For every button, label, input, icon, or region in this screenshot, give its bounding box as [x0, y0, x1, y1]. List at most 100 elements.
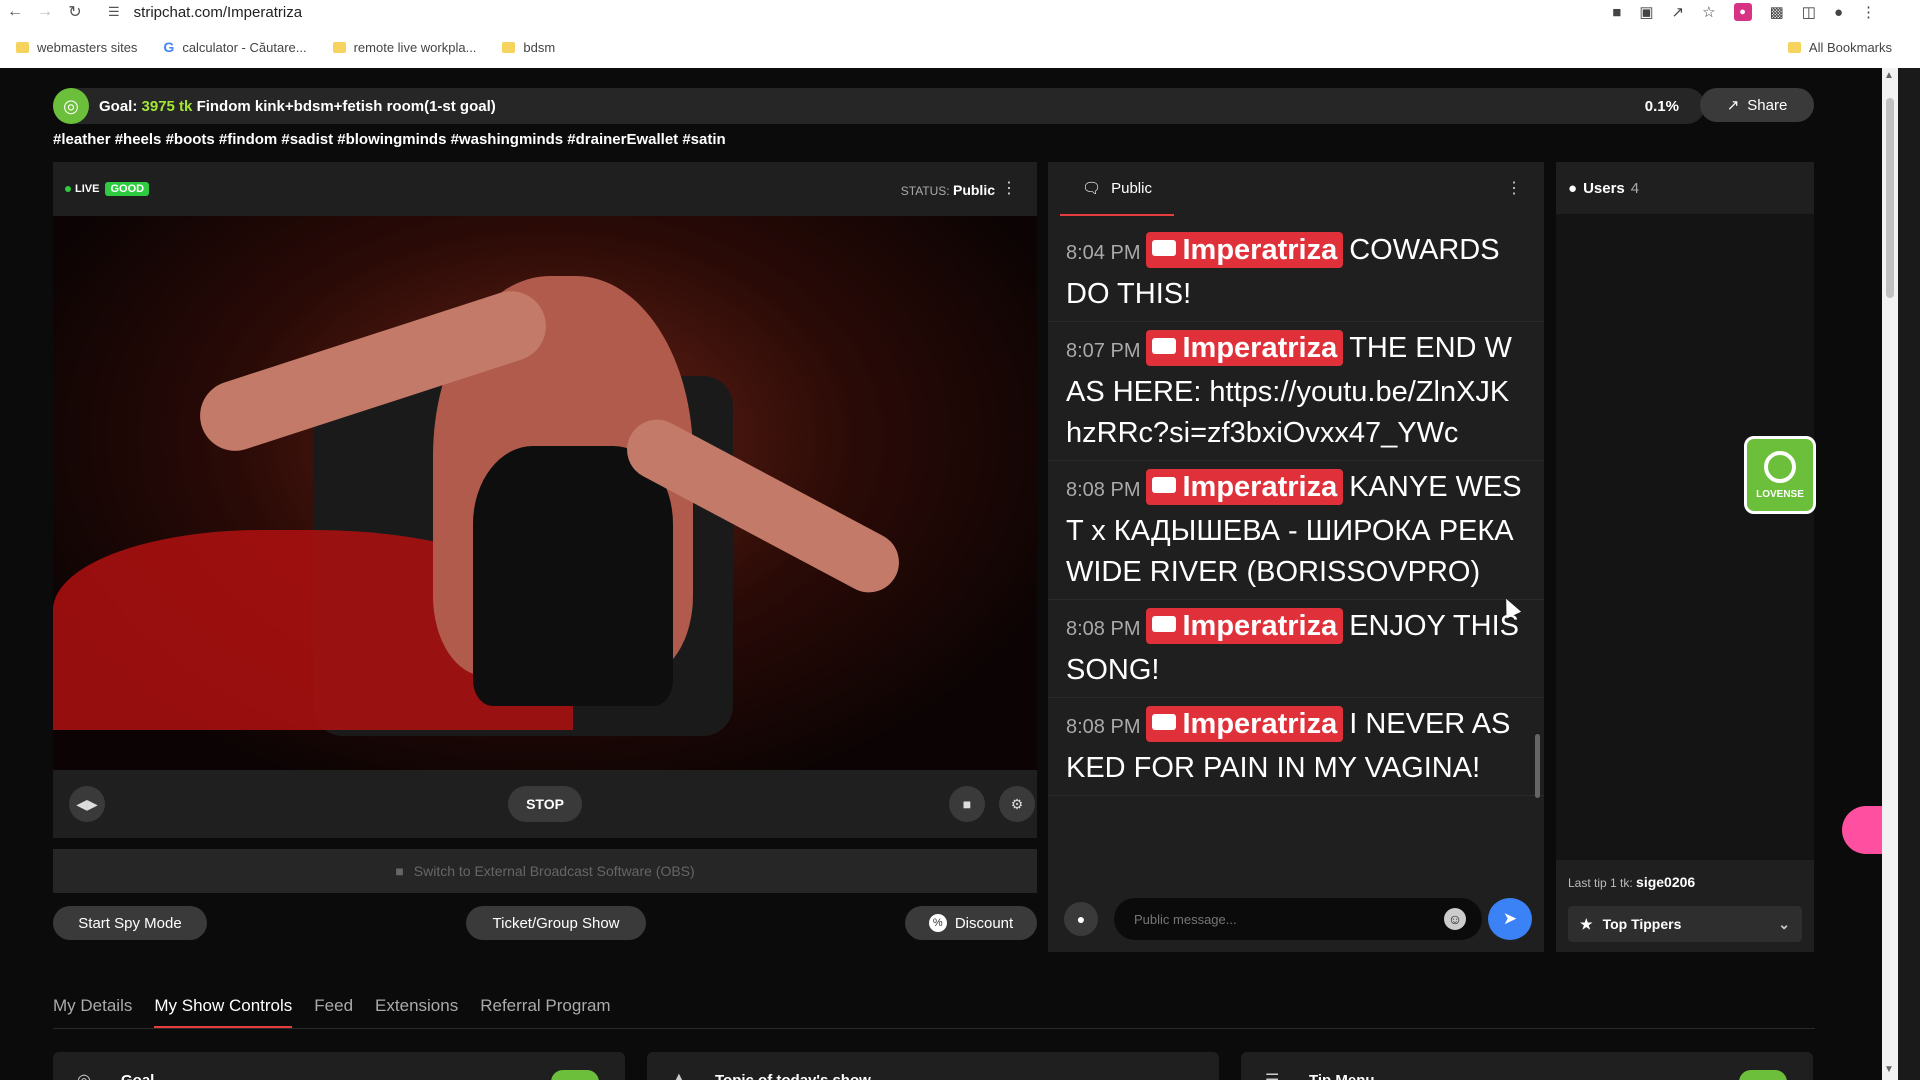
back-icon[interactable]: ←: [0, 2, 30, 22]
chat-scrollbar[interactable]: [1535, 734, 1540, 798]
video-camera-icon: [1152, 616, 1177, 633]
video-more-icon[interactable]: ⋮: [1001, 178, 1017, 198]
goal-card: ◎ Goal: [53, 1052, 625, 1080]
last-tip: Last tip 1 tk: sige0206: [1568, 874, 1696, 890]
all-bookmarks[interactable]: All Bookmarks: [1787, 34, 1892, 60]
users-header[interactable]: ● Users 4: [1556, 162, 1814, 214]
menu-icon[interactable]: ⋮: [1861, 3, 1876, 21]
share-button[interactable]: ↗ Share: [1700, 88, 1814, 122]
goal-description: Findom kink+bdsm+fetish room(1-st goal): [196, 97, 496, 115]
folder-icon: [16, 41, 29, 53]
gear-icon[interactable]: ⚙: [999, 786, 1035, 822]
lovense-label: LOVENSE: [1756, 488, 1804, 500]
message-username[interactable]: Imperatriza: [1146, 232, 1344, 268]
video-camera-icon: ■: [395, 863, 404, 879]
tip-menu-toggle[interactable]: [1739, 1070, 1787, 1080]
address-row: ← → ↻ ☰ stripchat.com/Imperatriza ■ ▣ ↗ …: [0, 0, 1920, 24]
tip-menu-card: ☰ Tip Menu: [1241, 1052, 1813, 1080]
status-value: Public: [952, 182, 995, 198]
message-time: 8:08 PM: [1066, 716, 1141, 738]
url-text: stripchat.com/Imperatriza: [133, 3, 303, 21]
message-time: 8:08 PM: [1066, 479, 1141, 501]
puzzle-icon[interactable]: ▩: [1770, 3, 1784, 21]
last-tip-user[interactable]: sige0206: [1636, 874, 1695, 890]
bookmark-star-icon[interactable]: ☆: [1702, 3, 1715, 21]
reload-icon[interactable]: ↻: [60, 2, 90, 22]
video-stream[interactable]: [53, 216, 1037, 770]
bookmark-item[interactable]: remote live workpla...: [332, 40, 476, 55]
folder-icon: [1787, 41, 1801, 53]
message-username[interactable]: Imperatriza: [1146, 330, 1344, 366]
goal-bar: ◎ Goal: 3975 tk Findom kink+bdsm+fetish …: [53, 88, 1705, 124]
video-panel: LIVE GOOD STATUS: Public ⋮ ◀▶ STOP ■ ⚙: [53, 162, 1037, 838]
video-camera-icon: [1152, 477, 1177, 494]
extension-icon[interactable]: ●: [1733, 3, 1752, 21]
goal-toggle[interactable]: [551, 1070, 599, 1080]
live-indicator: LIVE: [65, 183, 99, 195]
tab-extensions[interactable]: Extensions: [375, 996, 458, 1028]
send-icon[interactable]: ➤: [1488, 898, 1532, 940]
goal-tokens: 3975 tk: [141, 97, 193, 115]
chat-messages[interactable]: 8:04 PM Imperatriza COWARDS DO THIS! 8:07 …: [1048, 224, 1544, 876]
goal-icon: ◎: [53, 88, 89, 124]
chat-message: 8:07 PM Imperatriza THE END WAS HERE: http…: [1048, 322, 1544, 461]
tab-public-chat[interactable]: 🗨 Public: [1060, 162, 1174, 216]
camera-icon[interactable]: ■: [1612, 4, 1621, 21]
scroll-thumb[interactable]: [1886, 98, 1894, 298]
video-header: LIVE GOOD: [53, 162, 1037, 216]
ticket-show-button[interactable]: Ticket/Group Show: [466, 906, 646, 940]
chat-more-icon[interactable]: ⋮: [1506, 178, 1522, 198]
tip-menu-icon[interactable]: ●: [1064, 902, 1098, 936]
show-tabs: My Details My Show Controls Feed Extensi…: [53, 996, 611, 1028]
message-username[interactable]: Imperatriza: [1146, 469, 1344, 505]
scroll-up-icon[interactable]: ▲: [1884, 70, 1894, 81]
cast-icon[interactable]: ▣: [1639, 3, 1653, 21]
chevron-down-icon: ⌄: [1778, 915, 1790, 932]
message-username[interactable]: Imperatriza: [1146, 706, 1344, 742]
page-scrollbar[interactable]: ▲ ▼: [1882, 68, 1920, 1080]
forward-icon[interactable]: →: [30, 2, 60, 22]
broadcast-status: STATUS: Public: [900, 182, 995, 198]
chat-panel: 🗨 Public ⋮ 8:04 PM Imperatriza COWARDS DO …: [1048, 162, 1544, 952]
tab-my-show-controls[interactable]: My Show Controls: [154, 996, 293, 1028]
message-time: 8:07 PM: [1066, 340, 1141, 362]
stop-button[interactable]: STOP: [508, 786, 582, 822]
obs-switch-button[interactable]: ■ Switch to External Broadcast Software …: [53, 849, 1037, 893]
bookmark-item[interactable]: Gcalculator - Căutare...: [163, 39, 306, 55]
emoji-icon[interactable]: ☺: [1444, 908, 1466, 930]
hashtags: #leather #heels #boots #findom #sadist #…: [53, 131, 726, 148]
discount-button[interactable]: % Discount: [905, 906, 1037, 940]
site-settings-icon[interactable]: ☰: [108, 4, 120, 20]
flip-video-icon[interactable]: ◀▶: [69, 786, 105, 822]
public-message-input[interactable]: [1114, 898, 1482, 940]
browser-toolbar-icons: ■ ▣ ↗ ☆ ● ▩ ◫ ● ⋮: [1612, 0, 1876, 24]
google-icon: G: [163, 39, 175, 55]
chat-bubble-icon: 🗨: [1082, 180, 1102, 197]
lovense-widget[interactable]: LOVENSE: [1744, 436, 1816, 514]
profile-icon[interactable]: ●: [1834, 4, 1843, 21]
address-bar[interactable]: ☰ stripchat.com/Imperatriza: [108, 4, 302, 21]
share-page-icon[interactable]: ↗: [1672, 3, 1685, 21]
live-dot-icon: [65, 186, 71, 192]
scroll-down-icon[interactable]: ▼: [1884, 1064, 1894, 1075]
bookmark-item[interactable]: bdsm: [502, 40, 555, 55]
tab-my-details[interactable]: My Details: [53, 996, 132, 1028]
star-icon: ★: [1580, 915, 1593, 932]
camera-settings-icon[interactable]: ■: [949, 786, 985, 822]
tab-feed[interactable]: Feed: [314, 996, 353, 1028]
users-list: [1556, 214, 1814, 860]
spy-mode-button[interactable]: Start Spy Mode: [53, 906, 207, 940]
tabs-divider: [53, 1028, 1815, 1029]
top-tippers-dropdown[interactable]: ★ Top Tippers ⌄: [1568, 906, 1802, 942]
video-camera-icon: [1152, 338, 1177, 355]
side-widget[interactable]: [1842, 806, 1882, 854]
sidepanel-icon[interactable]: ◫: [1802, 3, 1816, 21]
scroll-track[interactable]: ▲ ▼: [1882, 68, 1898, 1080]
topic-card: ▲ Topic of today's show: [647, 1052, 1219, 1080]
message-username[interactable]: Imperatriza: [1146, 608, 1344, 644]
bookmark-item[interactable]: webmasters sites: [16, 40, 137, 55]
video-camera-icon: [1152, 240, 1177, 257]
tab-referral-program[interactable]: Referral Program: [480, 996, 610, 1028]
discount-icon: %: [928, 914, 947, 932]
message-time: 8:04 PM: [1066, 242, 1141, 264]
